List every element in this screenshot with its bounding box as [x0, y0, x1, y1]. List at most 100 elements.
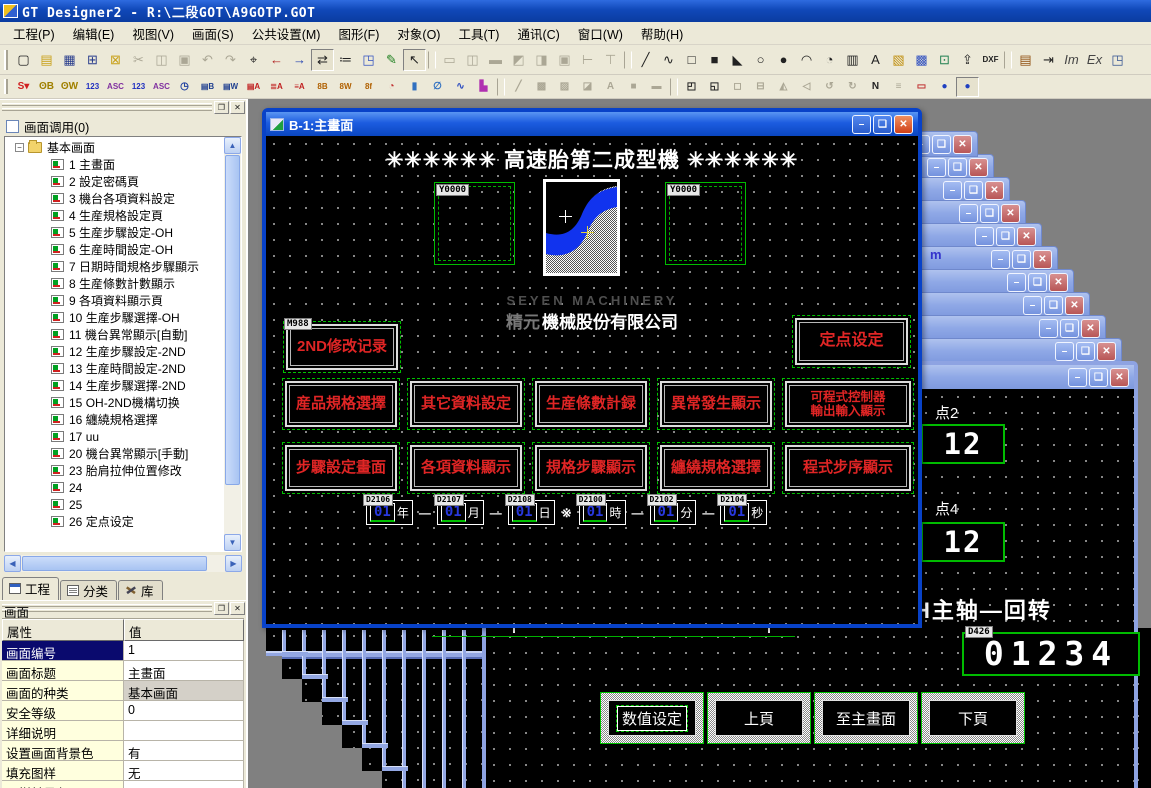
scroll-down-icon[interactable]: ▼ [224, 534, 241, 551]
minimize-icon[interactable]: – [959, 204, 978, 223]
screen-capture[interactable]: ◳ [1106, 49, 1129, 71]
close-icon[interactable]: ✕ [969, 158, 988, 177]
scroll-thumb[interactable] [225, 155, 240, 485]
maximize-icon[interactable]: ❏ [932, 135, 951, 154]
undo[interactable]: ↶ [196, 49, 219, 71]
property-row[interactable]: 详细说明 [2, 721, 244, 741]
screen-list[interactable]: ≔ [334, 49, 357, 71]
hmi-menu-button[interactable]: 各項資料顯示 [410, 445, 522, 491]
setpoint-button[interactable]: 定点设定 [795, 318, 908, 365]
scroll-thumb[interactable] [22, 556, 207, 571]
property-row[interactable]: 画面标题 主畫面 [2, 661, 244, 681]
forward[interactable]: → [288, 49, 311, 71]
save-project[interactable]: ▦ [58, 49, 81, 71]
spacing-v[interactable]: ⊤ [599, 49, 622, 71]
tree-horizontal-scrollbar[interactable]: ◀ ▶ [4, 555, 242, 572]
maximize-icon[interactable]: ❏ [1028, 273, 1047, 292]
window-open[interactable]: ⊠ [104, 49, 127, 71]
paint[interactable]: ▧ [887, 49, 910, 71]
point-style[interactable]: ▩ [530, 77, 553, 97]
close-icon[interactable]: ✕ [1049, 273, 1068, 292]
close-icon[interactable]: ✕ [894, 115, 913, 134]
minimize-icon[interactable]: – [1007, 273, 1026, 292]
scroll-right-icon[interactable]: ▶ [225, 555, 242, 572]
ascii-display[interactable]: ASC [104, 77, 127, 97]
window-preview[interactable]: ⊞ [81, 49, 104, 71]
datetime-display[interactable]: D2106 01 年 [366, 500, 413, 525]
property-value[interactable] [124, 721, 244, 741]
hmi-menu-button[interactable]: 生産條數計録 [535, 381, 647, 427]
hmi-menu-button[interactable]: 異常發生顯示 [660, 381, 772, 427]
cut[interactable]: ✂ [127, 49, 150, 71]
menu-item[interactable]: 工程(P) [4, 21, 64, 46]
tree-screen-item[interactable]: 25 [5, 496, 224, 513]
paste[interactable]: ▣ [173, 49, 196, 71]
draw-circle[interactable]: ○ [749, 49, 772, 71]
import-lib[interactable]: Im [1060, 49, 1083, 71]
maximize-icon[interactable]: ❏ [1044, 296, 1063, 315]
tab-category[interactable]: 分类 [60, 580, 117, 600]
tree-root-base-screens[interactable]: − 基本画面 [5, 139, 224, 156]
nav-button[interactable]: 至主畫面 [814, 692, 918, 744]
comment-bit[interactable]: ▤B [196, 77, 219, 97]
draw-fill-rect[interactable]: ■ [703, 49, 726, 71]
screen-switcher[interactable]: ⇄ [311, 49, 334, 71]
dxf-import[interactable]: DXF [979, 49, 1002, 71]
bring-to-front[interactable]: ◰ [680, 77, 703, 97]
panel-close-button[interactable]: ✕ [230, 602, 245, 615]
maximize-icon[interactable]: ❏ [1060, 319, 1079, 338]
select-all[interactable]: ● [956, 77, 979, 97]
close-icon[interactable]: ✕ [953, 135, 972, 154]
ungroup[interactable]: ⊟ [749, 77, 772, 97]
datetime-display[interactable]: D2104 01 秒 [720, 500, 767, 525]
7seg-freq[interactable]: 8f [357, 77, 380, 97]
menu-item[interactable]: 工具(T) [449, 21, 508, 46]
minimize-icon[interactable]: – [1068, 368, 1087, 387]
toolbar-icon[interactable] [428, 51, 436, 69]
hmi-menu-button[interactable]: 可程式控制器 輸出輸入顯示 [785, 381, 911, 427]
nav-button[interactable]: 数值设定 [600, 692, 704, 744]
hatch-style[interactable]: ▨ [553, 77, 576, 97]
draw-text[interactable]: A [864, 49, 887, 71]
shape-color[interactable]: ▬ [645, 77, 668, 97]
tree-screen-item[interactable]: 10 生産步驟選擇-OH [5, 309, 224, 326]
draw-scale[interactable]: ▥ [841, 49, 864, 71]
lamp-word[interactable]: ʘW [58, 77, 81, 97]
lamp-bit[interactable]: ʘB [35, 77, 58, 97]
menu-item[interactable]: 窗口(W) [569, 21, 632, 46]
close-icon[interactable]: ✕ [1097, 342, 1116, 361]
panel-maximize-button[interactable]: ❐ [214, 602, 229, 615]
minimize-icon[interactable]: – [1055, 342, 1074, 361]
fill-color[interactable]: ■ [622, 77, 645, 97]
touch-area[interactable]: ⇪ [956, 49, 979, 71]
menu-item[interactable]: 帮助(H) [632, 21, 692, 46]
property-value[interactable]: 0 [124, 701, 244, 721]
minimize-icon[interactable]: – [927, 158, 946, 177]
close-icon[interactable]: ✕ [1033, 250, 1052, 269]
property-row[interactable]: 设置画面背景色 有 [2, 741, 244, 761]
maximize-icon[interactable]: ❏ [964, 181, 983, 200]
parts-move[interactable]: ∅ [426, 77, 449, 97]
datetime-display[interactable]: D2102 01 分 [650, 500, 697, 525]
panel-grip[interactable] [2, 604, 212, 607]
nav-button[interactable]: 下頁 [921, 692, 1025, 744]
property-row[interactable]: 画面的种类 基本画面 [2, 681, 244, 701]
close-icon[interactable]: ✕ [1081, 319, 1100, 338]
minimize-icon[interactable]: – [852, 115, 871, 134]
send-to-back[interactable]: ◱ [703, 77, 726, 97]
property-value[interactable]: 基本画面 [124, 681, 244, 701]
nav-button[interactable]: 上頁 [707, 692, 811, 744]
panel-grip[interactable] [2, 103, 212, 106]
hmi-menu-button[interactable]: 纏繞規格選擇 [660, 445, 772, 491]
tree-screen-item[interactable]: 3 機台各項資料設定 [5, 190, 224, 207]
tree-screen-item[interactable]: 4 生産規格設定頁 [5, 207, 224, 224]
tree-screen-item[interactable]: 5 生産步驟設定-OH [5, 224, 224, 241]
scroll-up-icon[interactable]: ▲ [224, 137, 241, 154]
tree-screen-item[interactable]: 20 機台異常顯示[手動] [5, 445, 224, 462]
panel-close-button[interactable]: ✕ [230, 101, 245, 114]
maximize-icon[interactable]: ❏ [873, 115, 892, 134]
draw-line[interactable]: ╱ [634, 49, 657, 71]
line-style[interactable]: ╱ [507, 77, 530, 97]
draw-arc[interactable]: ◠ [795, 49, 818, 71]
open-project[interactable]: ▤ [35, 49, 58, 71]
